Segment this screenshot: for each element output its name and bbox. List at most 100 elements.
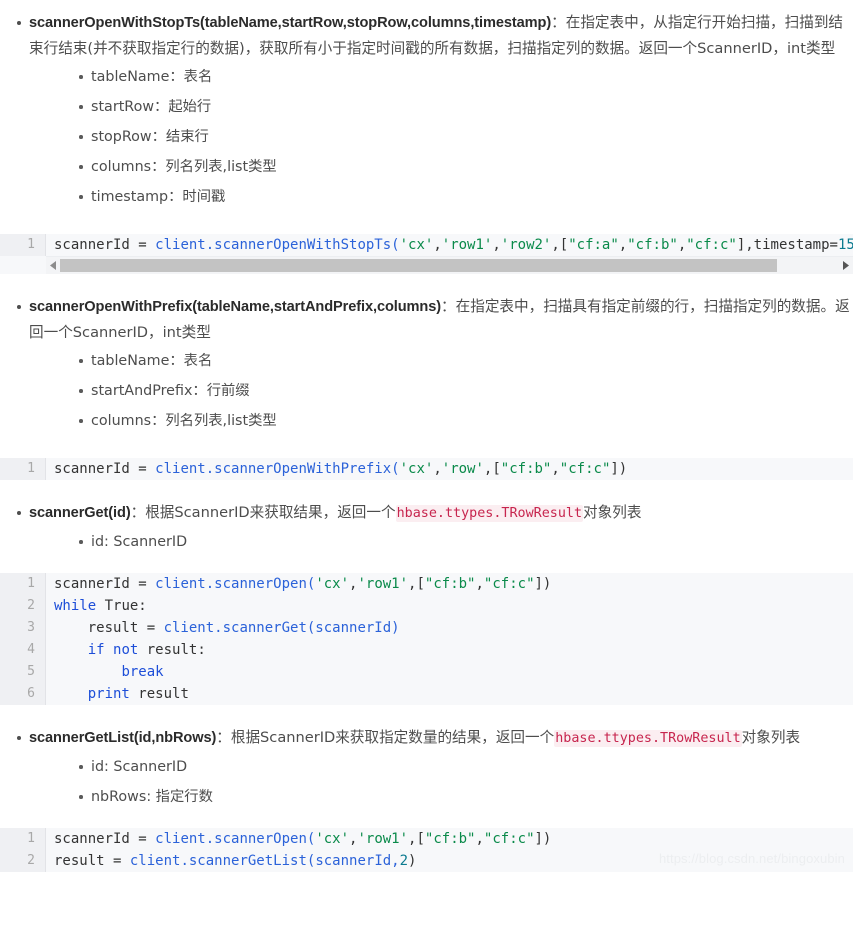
line-number: 6 [27,686,35,701]
code-token: result: [138,642,206,658]
inline-code: hbase.ttypes.TRowResult [395,505,584,522]
list-item: columns：列名列表,list类型 [29,152,853,182]
code-line: break [54,661,853,683]
code-token: scannerId [54,237,139,253]
list-item: scannerGetList(id,nbRows)：根据ScannerID来获取… [0,725,853,812]
code-token: "cf:c" [559,461,611,477]
line-number: 2 [27,598,35,613]
code-token: , [677,237,687,253]
code-token: 1513579067 [837,237,853,253]
code-token: 'cx' [399,461,434,477]
scroll-right-arrow-icon[interactable] [839,257,853,274]
line-number: 3 [27,620,35,635]
parameter-text: startAndPrefix：行前缀 [91,383,250,399]
code-token: , [433,237,442,253]
colon-separator: ： [216,729,231,746]
colon-separator: ： [441,298,456,315]
code-content[interactable]: scannerId = client.scannerOpenWithPrefix… [46,458,853,480]
code-token: "cf:b" [424,831,476,847]
line-number-gutter: 1 2 3 4 5 6 [0,573,46,705]
code-line: if not result: [54,639,853,661]
code-token: "cf:a" [568,237,619,253]
code-token: 'cx' [315,576,350,592]
parameter-text: columns：列名列表,list类型 [91,159,277,175]
list-item: scannerOpenWithPrefix(tableName,startAnd… [0,294,853,436]
code-line: result = client.scannerGet(scannerId) [54,617,853,639]
code-token: ],timestamp= [736,237,838,253]
code-token: client [155,461,206,477]
line-number: 1 [27,461,35,476]
line-number: 1 [27,237,35,252]
code-line: print result [54,683,853,705]
section-scanneropenwithprefix: scannerOpenWithPrefix(tableName,startAnd… [0,294,853,436]
code-token: "cf:b" [500,461,552,477]
code-token: , [618,237,628,253]
code-token: ,[ [483,461,501,477]
top-spacer [0,0,853,10]
code-block-body: 1 scannerId = client.scannerOpenWithStop… [0,234,853,256]
scrollbar-track[interactable] [60,259,839,272]
parameter-list: tableName：表名 startAndPrefix：行前缀 columns：… [29,346,853,436]
line-number-gutter: 12 [0,828,46,872]
scrollbar-thumb[interactable] [60,259,777,272]
code-token: client [155,237,206,253]
parameter-text: id: ScannerID [91,534,188,550]
code-line: while True: [54,595,853,617]
code-token: client [155,831,206,847]
function-signature: scannerGet(id) [29,505,131,521]
code-token: scannerId [54,576,139,592]
code-block-3: 123456 scannerId = client.scannerOpen('c… [0,573,853,705]
colon-separator: ： [130,504,146,521]
inline-code: hbase.ttypes.TRowResult [554,730,742,747]
code-token: 'cx' [315,831,350,847]
colon-separator: ： [551,14,566,31]
line-number: 2 [27,853,35,868]
code-token: 2 [399,853,409,869]
list-item: timestamp：时间戳 [29,182,853,212]
horizontal-scrollbar[interactable] [46,256,853,274]
section-scannergetlist: scannerGetList(id,nbRows)：根据ScannerID来获取… [0,725,853,812]
bullet-icon [79,359,83,363]
code-token: ) [408,853,417,869]
list-item: startRow：起始行 [29,92,853,122]
line-number-gutter: 1 [0,458,46,480]
parameter-text: columns：列名列表,list类型 [91,413,277,429]
bullet-icon [17,21,21,25]
code-token: "cf:c" [483,576,535,592]
code-token: 'row1' [357,831,409,847]
list-item: id: ScannerID [29,752,853,782]
list-item: columns：列名列表,list类型 [29,406,853,436]
code-token: , [551,461,560,477]
code-token: ]) [534,576,552,592]
parameter-text: nbRows: 指定行数 [91,789,213,805]
code-line: scannerId = client.scannerOpenWithPrefix… [54,458,853,480]
bullet-icon [79,765,83,769]
code-token: if [87,642,105,658]
list-item: scannerOpenWithStopTs(tableName,startRow… [0,10,853,212]
code-token: = [138,576,156,592]
bullet-icon [79,389,83,393]
list-item: scannerGet(id)：根据ScannerID来获取结果，返回一个hbas… [0,500,853,557]
code-token: = [138,461,156,477]
code-token: scannerId [54,831,139,847]
code-token: client [163,620,215,636]
function-signature: scannerGetList(id,nbRows) [29,730,217,746]
code-token: 'row1' [441,237,493,253]
parameter-text: tableName：表名 [91,69,213,85]
list-item: stopRow：结束行 [29,122,853,152]
code-token: print [87,686,130,702]
code-content[interactable]: scannerId = client.scannerOpen('cx','row… [46,573,853,705]
scroll-left-arrow-icon[interactable] [46,257,60,274]
code-token: , [492,237,501,253]
parameter-text: timestamp：时间戳 [91,189,226,205]
list-item: tableName：表名 [29,62,853,92]
list-item: startAndPrefix：行前缀 [29,376,853,406]
code-content[interactable]: scannerId = client.scannerOpenWithStopTs… [46,234,853,256]
line-number: 4 [27,642,35,657]
code-token: = [113,853,130,869]
line-number: 1 [27,831,35,846]
